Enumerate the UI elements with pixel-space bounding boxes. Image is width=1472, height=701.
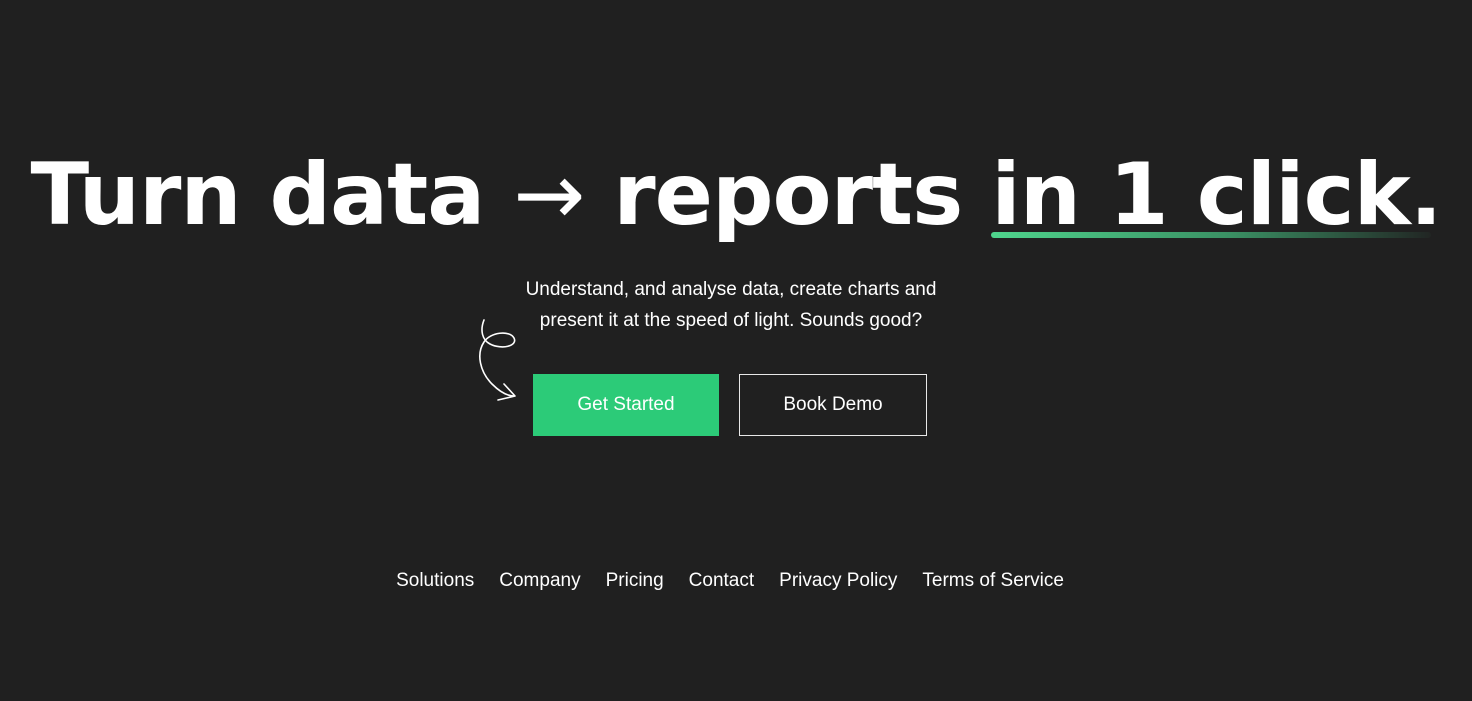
footer-link-company[interactable]: Company — [499, 568, 580, 594]
footer-link-solutions[interactable]: Solutions — [396, 568, 474, 594]
footer-link-privacy-policy[interactable]: Privacy Policy — [779, 568, 897, 594]
hero-title-highlight: in 1 click. — [991, 140, 1442, 250]
hero-title-highlight-text: in 1 click. — [991, 145, 1442, 245]
footer-link-pricing[interactable]: Pricing — [606, 568, 664, 594]
footer-link-contact[interactable]: Contact — [689, 568, 754, 594]
footer-nav: Solutions Company Pricing Contact Privac… — [0, 568, 1460, 594]
hero-subtitle-line1: Understand, and analyse data, create cha… — [525, 279, 937, 300]
hero-subtitle-line2: present it at the speed of light. Sounds… — [539, 310, 923, 331]
hero-title-part2: reports — [613, 145, 963, 245]
hand-drawn-squiggle-arrow-icon — [479, 319, 516, 401]
hero-subtitle: Understand, and analyse data, create cha… — [486, 274, 976, 336]
right-arrow-icon: → — [513, 145, 585, 245]
footer-link-terms-of-service[interactable]: Terms of Service — [922, 568, 1063, 594]
hero-title: Turn data → reports in 1 click. — [0, 140, 1472, 250]
book-demo-button[interactable]: Book Demo — [739, 374, 927, 436]
get-started-button[interactable]: Get Started — [533, 374, 719, 436]
hero-title-part1: Turn data — [30, 145, 486, 245]
